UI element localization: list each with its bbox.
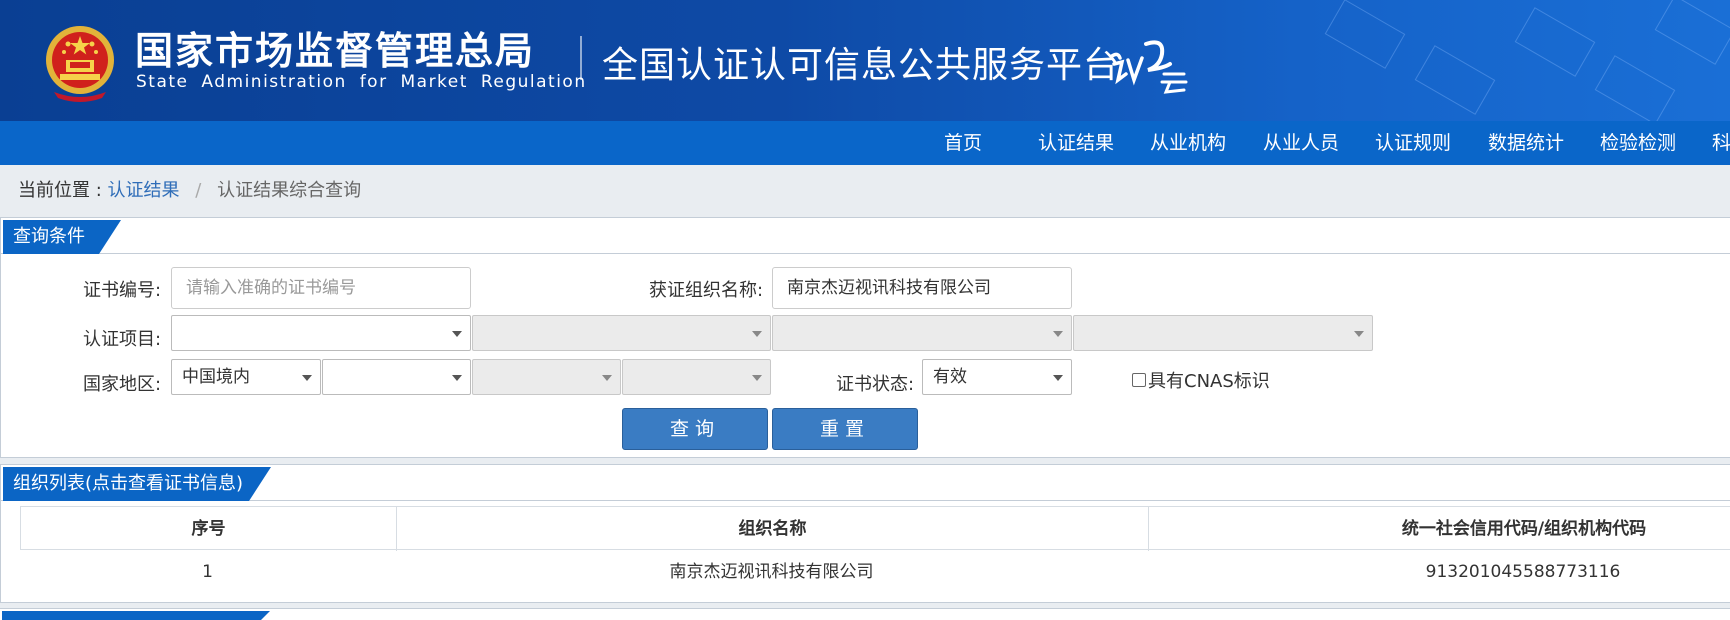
next-panel-tab [2,611,270,620]
chevron-down-icon [752,331,762,337]
platform-title: 全国认证认可信息公共服务平台 [602,45,1121,86]
nav-item-personnel[interactable]: 从业人员 [1263,121,1339,165]
chevron-down-icon [452,331,462,337]
decorative-hexagon [1594,55,1676,121]
reset-button[interactable]: 重置 [772,408,918,450]
cert-status-value: 有效 [933,367,967,387]
cert-project-select-2[interactable] [472,315,771,351]
query-panel-title: 查询条件 [3,220,121,254]
nav-item-inspection[interactable]: 检验检测 [1600,121,1676,165]
region-label: 国家地区: [83,374,162,395]
column-header-org-name: 组织名称 [738,519,807,539]
chevron-down-icon [602,375,612,381]
nav-item-cert-results[interactable]: 认证结果 [1038,121,1114,165]
cert-project-select-3[interactable] [772,315,1072,351]
agency-name-cn: 国家市场监督管理总局 [135,29,536,73]
cert-project-select-1[interactable] [171,315,471,351]
next-panel-header [0,608,1730,620]
header-divider [580,36,582,80]
org-name-label: 获证组织名称: [649,280,764,301]
cert-no-input[interactable]: 请输入准确的证书编号 [171,267,471,309]
search-button[interactable]: 查询 [622,408,768,450]
site-header: 国家市场监督管理总局 State Administration for Mark… [0,0,1730,121]
row-credit-code: 913201045588773116 [1425,562,1621,582]
renzheng-cloud-logo-icon [1110,40,1188,94]
cnas-checkbox[interactable] [1132,373,1146,387]
decorative-hexagon [1514,7,1596,77]
column-header-index: 序号 [191,519,226,539]
decorative-hexagon [1414,45,1496,115]
nav-item-home[interactable]: 首页 [944,121,982,165]
main-nav: 首页 认证结果 从业机构 从业人员 认证规则 数据统计 检验检测 科 [0,121,1730,165]
national-emblem-icon [46,26,114,102]
nav-item-institutions[interactable]: 从业机构 [1150,121,1226,165]
cert-project-label: 认证项目: [83,329,162,350]
breadcrumb-separator: / [195,180,202,201]
org-name-input[interactable]: 南京杰迈视讯科技有限公司 [772,267,1072,309]
org-list-panel-title: 组织列表(点击查看证书信息) [3,467,271,501]
agency-name-en: State Administration for Market Regulati… [136,72,587,92]
breadcrumb-current: 认证结果综合查询 [217,180,362,201]
cert-no-label: 证书编号: [83,280,162,301]
table-row[interactable]: 1 南京杰迈视讯科技有限公司 913201045588773116 [20,550,1730,594]
nav-item-cert-rules[interactable]: 认证规则 [1375,121,1451,165]
region-select-district[interactable] [622,359,771,395]
nav-item-statistics[interactable]: 数据统计 [1488,121,1564,165]
region-select-city[interactable] [472,359,621,395]
table-header-row: 序号 组织名称 统一社会信用代码/组织机构代码 [20,506,1730,551]
chevron-down-icon [1354,331,1364,337]
cert-status-select[interactable]: 有效 [922,359,1072,395]
row-org-name[interactable]: 南京杰迈视讯科技有限公司 [396,550,1147,594]
chevron-down-icon [302,375,312,381]
breadcrumb-prefix: 当前位置 : [18,180,102,201]
region-select-province[interactable] [322,359,471,395]
breadcrumb-link-cert-results[interactable]: 认证结果 [108,180,180,201]
region-select-value: 中国境内 [182,367,250,387]
chevron-down-icon [452,375,462,381]
breadcrumb: 当前位置 : 认证结果 / 认证结果综合查询 [18,176,361,202]
cnas-checkbox-label: 具有CNAS标识 [1148,371,1270,392]
cert-project-select-4[interactable] [1073,315,1373,351]
row-index: 1 [202,562,213,582]
chevron-down-icon [1053,375,1063,381]
cnas-checkbox-group[interactable]: 具有CNAS标识 [1132,367,1270,393]
chevron-down-icon [1053,331,1063,337]
column-header-credit-code: 统一社会信用代码/组织机构代码 [1401,519,1647,539]
nav-item-more[interactable]: 科 [1712,121,1730,165]
region-select-country[interactable]: 中国境内 [171,359,321,395]
decorative-hexagon [1654,0,1730,65]
cert-status-label: 证书状态: [836,374,915,395]
query-panel-header: 查询条件 [1,218,1730,254]
decorative-hexagon [1324,0,1406,69]
chevron-down-icon [752,375,762,381]
org-list-panel-header: 组织列表(点击查看证书信息) [1,465,1730,501]
